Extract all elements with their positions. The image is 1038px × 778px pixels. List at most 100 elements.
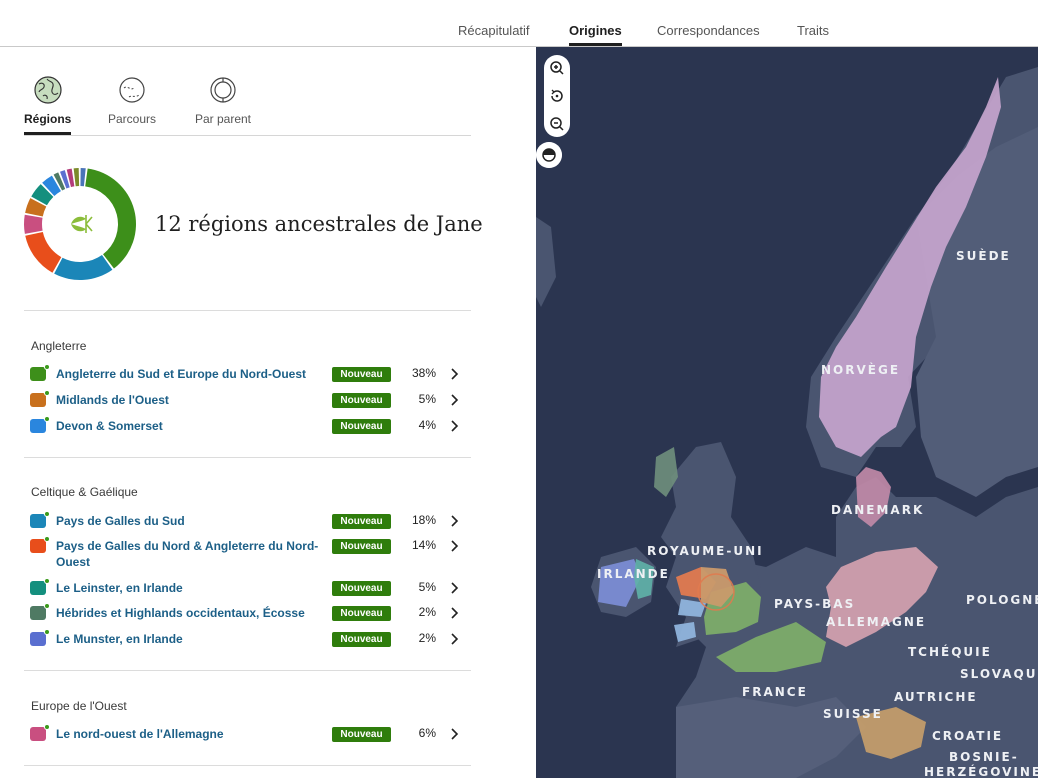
region-color-swatch [30,629,50,646]
new-badge: Nouveau [332,727,391,742]
land-sweden [916,127,1038,497]
ethnicity-map[interactable]: SUÈDE NORVÈGE DANEMARK ROYAUME-UNI IRLAN… [536,47,1038,778]
subtab-regions[interactable]: Régions [24,75,71,135]
region-row[interactable]: Le Leinster, en Irlande Nouveau 5% [30,578,466,601]
group-title-angleterre: Angleterre [31,339,87,353]
region-name-link[interactable]: Midlands de l'Ouest [56,392,326,408]
chevron-right-icon[interactable] [448,417,462,435]
region-name-link[interactable]: Pays de Galles du Nord & Angleterre du N… [56,538,326,570]
map-label-france: FRANCE [742,685,808,699]
donut-slice [24,214,43,234]
region-row[interactable]: Pays de Galles du Sud Nouveau 18% [30,511,466,534]
region-row[interactable]: Le nord-ouest de l'Allemagne Nouveau 6% [30,724,466,747]
parent-rings-icon [210,77,236,103]
chevron-right-icon[interactable] [448,604,462,622]
region-row[interactable]: Devon & Somerset Nouveau 4% [30,416,466,439]
new-badge: Nouveau [332,419,391,434]
region-percent: 5% [418,580,436,594]
group-title-celtique: Celtique & Gaélique [31,485,138,499]
view-subtabs: Régions Parcours Par parent [24,75,471,136]
reset-view-icon[interactable] [544,83,570,109]
contrast-toggle-icon[interactable] [536,142,562,168]
region-row[interactable]: Angleterre du Sud et Europe du Nord-Oues… [30,364,466,387]
region-name-link[interactable]: Pays de Galles du Sud [56,513,326,529]
region-name-link[interactable]: Hébrides et Highlands occidentaux, Écoss… [56,605,326,621]
map-label-allemagne: ALLEMAGNE [826,615,927,629]
divider [24,765,471,766]
chevron-right-icon[interactable] [448,391,462,409]
zoom-controls [544,55,570,137]
chevron-right-icon[interactable] [448,365,462,383]
tab-correspondances[interactable]: Correspondances [657,23,760,38]
new-badge: Nouveau [332,514,391,529]
ancestry-leaf-icon [71,215,93,233]
journey-circle-icon [119,77,145,103]
subtab-par-parent-label: Par parent [194,112,252,126]
map-label-herzegovine: HERZÉGOVINE [924,765,1038,778]
region-percent: 4% [418,418,436,432]
region-color-swatch [30,536,50,553]
map-label-royaume-uni: ROYAUME-UNI [647,544,764,558]
region-name-link[interactable]: Le nord-ouest de l'Allemagne [56,726,326,742]
donut-slice [54,255,113,280]
region-name-link[interactable]: Le Munster, en Irlande [56,631,326,647]
map-label-pologne: POLOGNE [966,593,1038,607]
region-name-link[interactable]: Le Leinster, en Irlande [56,580,326,596]
map-label-suisse: SUISSE [823,707,883,721]
region-name-link[interactable]: Angleterre du Sud et Europe du Nord-Oues… [56,366,326,382]
new-badge: Nouveau [332,539,391,554]
divider [24,310,471,311]
chevron-right-icon[interactable] [448,725,462,743]
map-label-bosnie: BOSNIE- [949,750,1019,764]
region-color-swatch [30,724,50,741]
zoom-in-icon[interactable] [544,55,570,81]
land-iceland-edge [536,217,556,307]
new-badge: Nouveau [332,632,391,647]
subtab-parcours[interactable]: Parcours [107,75,157,126]
tab-origines[interactable]: Origines [569,23,622,46]
map-label-suede: SUÈDE [956,249,1011,263]
new-badge: Nouveau [332,606,391,621]
regions-panel: Régions Parcours Par parent 12 régions a… [0,47,536,778]
new-badge: Nouveau [332,581,391,596]
map-label-autriche: AUTRICHE [894,690,978,704]
tab-recapitulatif[interactable]: Récapitulatif [458,23,530,38]
map-label-irlande: IRLANDE [597,567,670,581]
region-color-swatch [30,578,50,595]
region-percent: 14% [411,538,436,552]
region-percent: 2% [418,631,436,645]
region-row[interactable]: Pays de Galles du Nord & Angleterre du N… [30,536,466,571]
map-label-croatie: CROATIE [932,729,1004,743]
region-color-swatch [30,416,50,433]
region-color-swatch [30,364,50,381]
map-label-pays-bas: PAYS-BAS [774,597,856,611]
region-name-link[interactable]: Devon & Somerset [56,418,326,434]
region-percent: 38% [411,366,436,380]
chevron-right-icon[interactable] [448,537,462,555]
region-row[interactable]: Hébrides et Highlands occidentaux, Écoss… [30,603,466,626]
subtab-parcours-label: Parcours [107,112,157,126]
region-row[interactable]: Midlands de l'Ouest Nouveau 5% [30,390,466,413]
divider [24,670,471,671]
ethnicity-donut-chart [24,168,136,280]
region-percent: 5% [418,392,436,406]
group-title-europe-ouest: Europe de l'Ouest [31,699,127,713]
top-navigation: Récapitulatif Origines Correspondances T… [0,0,1038,47]
subtab-par-parent[interactable]: Par parent [194,75,252,126]
map-label-danemark: DANEMARK [831,503,925,517]
summary-title: 12 régions ancestrales de Jane [155,212,483,236]
map-label-norvege: NORVÈGE [821,363,901,377]
region-color-swatch [30,603,50,620]
region-color-swatch [30,390,50,407]
zoom-out-icon[interactable] [544,111,570,137]
chevron-right-icon[interactable] [448,630,462,648]
region-percent: 2% [418,605,436,619]
region-row[interactable]: Le Munster, en Irlande Nouveau 2% [30,629,466,652]
map-label-slovaquie: SLOVAQUIE [960,667,1038,681]
tab-traits[interactable]: Traits [797,23,829,38]
new-badge: Nouveau [332,393,391,408]
new-badge: Nouveau [332,367,391,382]
region-color-swatch [30,511,50,528]
chevron-right-icon[interactable] [448,512,462,530]
chevron-right-icon[interactable] [448,579,462,597]
